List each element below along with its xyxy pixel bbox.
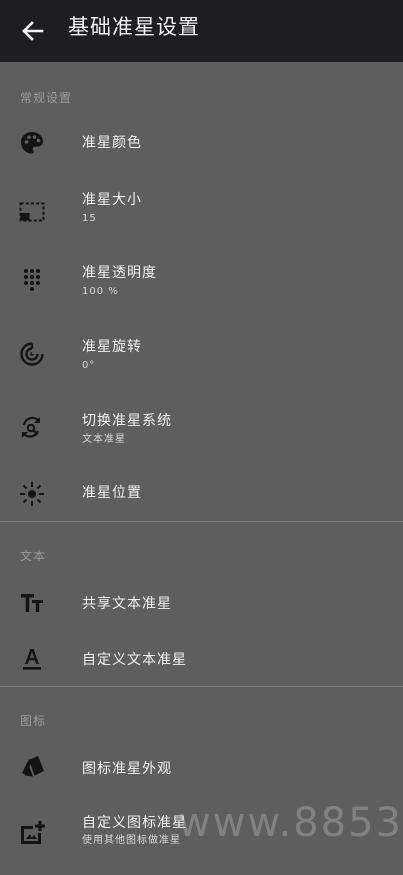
setting-value: 15 — [82, 213, 97, 224]
section-divider — [0, 521, 403, 522]
arrow-left-icon — [22, 21, 44, 41]
setting-crosshair-position[interactable]: 准星位置 — [0, 458, 403, 528]
setting-crosshair-rotation[interactable]: 准星旋转 0° — [0, 328, 403, 398]
setting-title: 自定义文本准星 — [82, 652, 187, 668]
setting-title: 自定义图标准星 — [82, 815, 187, 831]
setting-value: 0° — [82, 360, 96, 371]
resize-icon — [19, 202, 45, 222]
setting-value: 文本准星 — [82, 434, 126, 445]
dots-grid-icon — [24, 269, 40, 291]
rotate-target-icon — [20, 341, 45, 366]
setting-crosshair-size[interactable]: 准星大小 15 — [0, 180, 403, 250]
section-divider — [0, 686, 403, 687]
cards-icon — [22, 756, 44, 777]
setting-title: 准星大小 — [82, 192, 142, 208]
setting-title: 准星位置 — [82, 485, 142, 501]
setting-crosshair-color[interactable]: 准星颜色 — [0, 108, 403, 178]
section-header-text: 文本 — [20, 549, 47, 563]
setting-title: 切换准星系统 — [82, 413, 172, 429]
palette-icon — [21, 132, 43, 154]
setting-custom-text-crosshair[interactable]: 自定义文本准星 — [0, 624, 403, 694]
back-button[interactable] — [14, 12, 52, 50]
setting-icon-crosshair-appearance[interactable]: 图标准星外观 — [0, 733, 403, 803]
watermark-text: www.88531.cn — [178, 800, 403, 846]
section-header-icon: 图标 — [20, 714, 47, 728]
page-title: 基础准星设置 — [68, 15, 200, 39]
section-header-general: 常规设置 — [20, 91, 73, 105]
setting-title: 共享文本准星 — [82, 596, 172, 612]
setting-title: 图标准星外观 — [82, 761, 172, 777]
setting-title: 准星透明度 — [82, 265, 157, 281]
setting-title: 准星旋转 — [82, 339, 142, 355]
add-photo-icon — [21, 821, 45, 844]
setting-title: 准星颜色 — [82, 135, 142, 151]
setting-value: 使用其他图标做准星 — [82, 835, 181, 846]
crosshair-position-icon — [20, 482, 44, 506]
settings-list: 常规设置 准星颜色 准星大小 15 准星透明度 100 % 准星旋转 0° 切换… — [0, 62, 403, 861]
setting-value: 100 % — [82, 286, 119, 297]
text-size-icon — [21, 594, 43, 612]
app-bar: 基础准星设置 — [0, 0, 403, 62]
text-format-icon — [23, 649, 41, 670]
swap-search-icon — [22, 416, 40, 438]
setting-crosshair-opacity[interactable]: 准星透明度 100 % — [0, 254, 403, 324]
